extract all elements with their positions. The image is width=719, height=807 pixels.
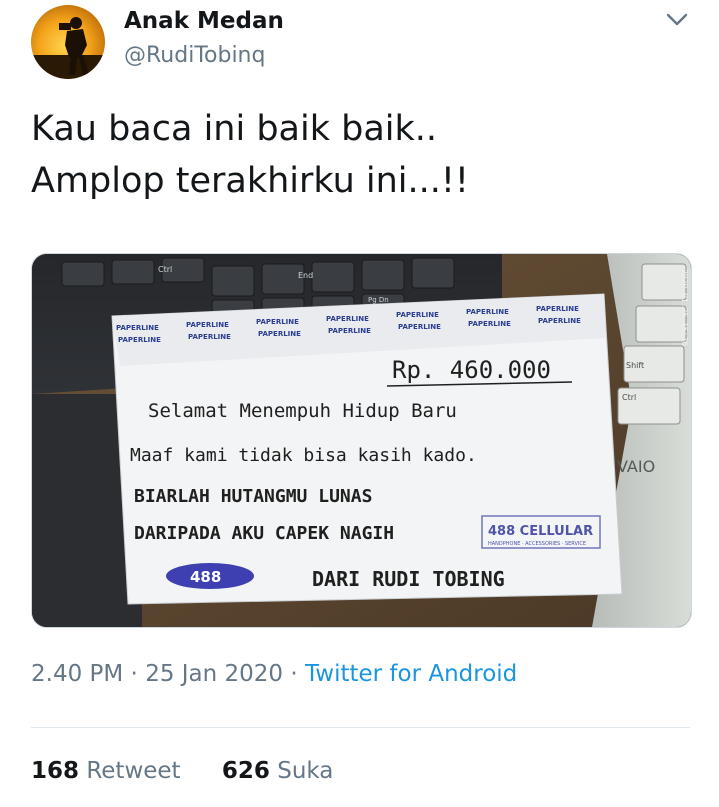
photographer-silhouette-icon	[31, 17, 105, 79]
avatar[interactable]	[31, 5, 105, 79]
key-label: Ctrl	[158, 265, 172, 274]
badge-text: 488	[190, 568, 221, 586]
handwritten-line: Selamat Menempuh Hidup Baru	[148, 400, 457, 422]
tweet-text: Kau baca ini baik baik.. Amplop terakhir…	[31, 103, 469, 207]
laptop-brand: VAIO	[617, 457, 655, 476]
envelope-brand: PAPERLINE	[398, 323, 441, 331]
envelope-brand: PAPERLINE	[538, 317, 581, 325]
envelope-brand: PAPERLINE	[396, 311, 439, 319]
chevron-down-icon[interactable]	[664, 10, 690, 30]
envelope-brand: PAPERLINE	[118, 336, 161, 344]
key-label: Pg Dn	[368, 296, 389, 304]
handwritten-line: BIARLAH HUTANGMU LUNAS	[134, 486, 372, 507]
signature-text: DARI RUDI TOBING	[312, 567, 505, 591]
author-name[interactable]: Anak Medan	[124, 8, 284, 34]
envelope-brand: PAPERLINE	[536, 305, 579, 313]
tweet-source-link[interactable]: Twitter for Android	[305, 661, 517, 687]
handwritten-line: DARIPADA AKU CAPEK NAGIH	[134, 523, 394, 544]
likes-count: 626	[221, 758, 270, 784]
retweets-label: Retweet	[86, 758, 181, 784]
tweet-text-line: Amplop terakhirku ini...!!	[31, 161, 469, 201]
author-handle[interactable]: @RudiTobinq	[124, 43, 265, 68]
tweet-text-line: Kau baca ini baik baik..	[31, 109, 438, 149]
stamp-subtext: HANDPHONE · ACCESSORIES · SERVICE	[488, 541, 586, 547]
photo-timestamp: 2020.01.25 15:36	[680, 269, 689, 346]
envelope-brand: PAPERLINE	[258, 330, 301, 338]
envelope-brand: PAPERLINE	[466, 308, 509, 316]
meta-separator: ·	[123, 661, 146, 687]
envelope-photo: Ctrl End Pg Dn Shift Ctrl VAIO 2020.01.2…	[32, 254, 691, 627]
tweet-time[interactable]: 2.40 PM	[31, 661, 123, 687]
tweet-photo[interactable]: Ctrl End Pg Dn Shift Ctrl VAIO 2020.01.2…	[31, 253, 692, 628]
handwritten-line: Maaf kami tidak bisa kasih kado.	[130, 445, 477, 466]
key-label: Shift	[626, 361, 644, 370]
envelope-brand: PAPERLINE	[116, 324, 159, 332]
likes-stat[interactable]: 626 Suka	[222, 758, 334, 784]
envelope-brand: PAPERLINE	[256, 318, 299, 326]
envelope-brand: PAPERLINE	[186, 321, 229, 329]
amount-text: Rp. 460.000	[392, 356, 551, 384]
divider	[31, 727, 690, 728]
retweets-stat[interactable]: 168 Retweet	[31, 758, 181, 784]
envelope-brand: PAPERLINE	[326, 315, 369, 323]
key-label: End	[298, 271, 313, 280]
tweet-meta: 2.40 PM · 25 Jan 2020 · Twitter for Andr…	[31, 661, 517, 687]
tweet-date[interactable]: 25 Jan 2020	[145, 661, 283, 687]
envelope-brand: PAPERLINE	[188, 333, 231, 341]
tweet-stats: 168 Retweet 626 Suka	[31, 758, 367, 784]
retweets-count: 168	[31, 758, 80, 784]
envelope-brand: PAPERLINE	[468, 320, 511, 328]
envelope-brand: PAPERLINE	[328, 327, 371, 335]
stamp-text: 488 CELLULAR	[488, 524, 593, 539]
key-label: Ctrl	[622, 393, 636, 402]
meta-separator: ·	[283, 661, 306, 687]
likes-label: Suka	[277, 758, 334, 784]
